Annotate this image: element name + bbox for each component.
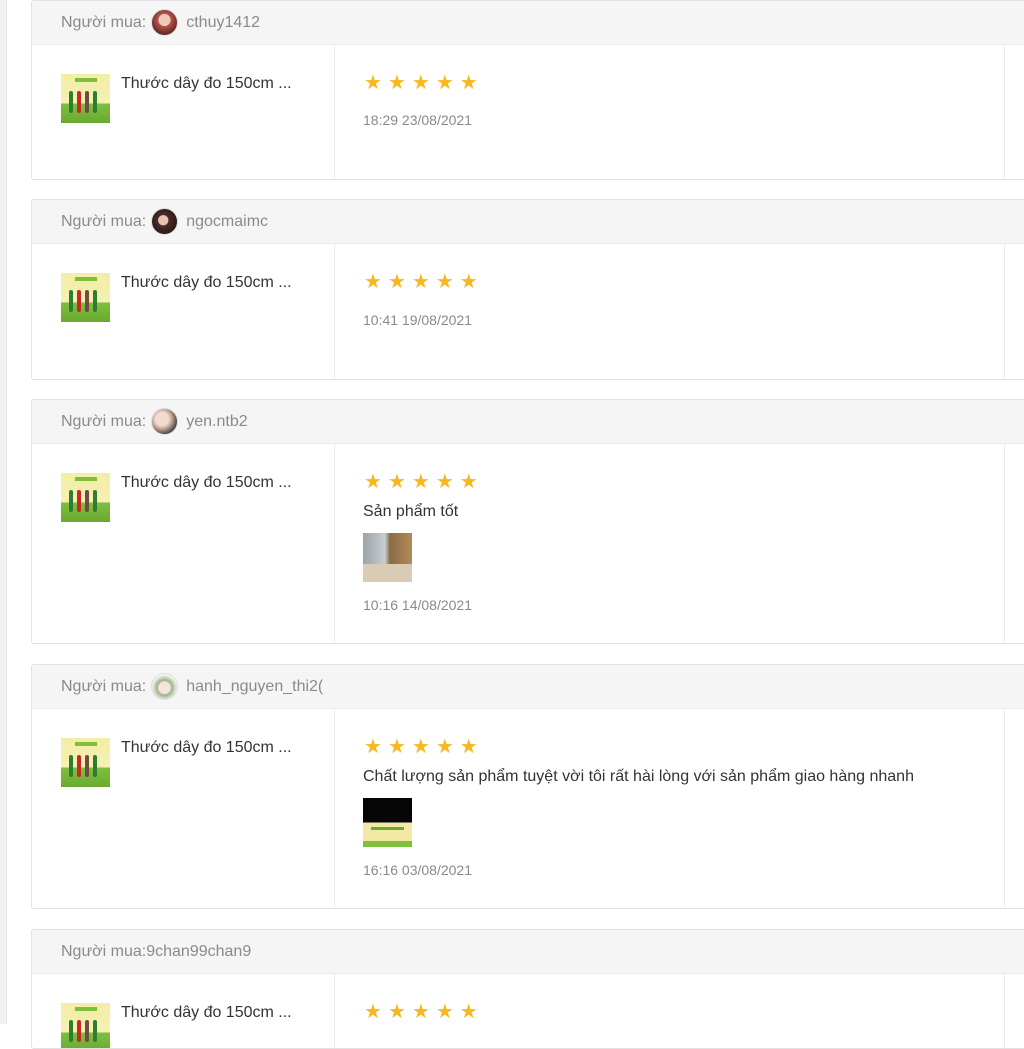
review-header: Người mua:9chan99chan9 [32,930,1024,974]
star-icon: ★ [459,72,478,94]
review-body: Thước dây đo 150cm ... ★ ★ ★ ★ ★ Chất lư… [32,709,1024,908]
star-icon: ★ [411,471,430,493]
star-icon: ★ [364,271,382,293]
buyer-label: Người mua: [61,412,147,430]
rating-stars: ★ ★ ★ ★ ★ [364,73,478,93]
buyer-avatar[interactable] [151,9,179,36]
review-content-column: ★ ★ ★ ★ ★ Sản phẩm tốt 10:16 14/08/2021 [334,444,1005,643]
star-icon: ★ [387,72,406,94]
buyer-label: Người mua: [61,13,147,31]
rating-stars: ★ ★ ★ ★ ★ [364,737,478,757]
rating-stars: ★ ★ ★ ★ ★ [364,272,478,292]
star-icon: ★ [435,1001,454,1023]
star-icon: ★ [411,1001,430,1023]
product-column: Thước dây đo 150cm ... [32,709,335,908]
buyer-username[interactable]: hanh_nguyen_thi2( [186,678,323,696]
review-content-column: ★ ★ ★ ★ ★ 18:29 23/08/2021 [334,45,1005,179]
review-header: Người mua: cthuy1412 [32,1,1024,45]
star-icon: ★ [435,271,454,293]
product-thumbnail[interactable] [61,738,110,787]
buyer-avatar[interactable] [151,408,179,435]
review-content-column: ★ ★ ★ ★ ★ 10:41 19/08/2021 [334,244,1005,379]
product-name[interactable]: Thước dây đo 150cm ... [121,474,292,492]
star-icon: ★ [387,471,406,493]
star-icon: ★ [459,1001,478,1023]
product-name[interactable]: Thước dây đo 150cm ... [121,75,292,93]
buyer-username[interactable]: cthuy1412 [186,14,260,32]
buyer-username[interactable]: yen.ntb2 [186,413,247,431]
product-name[interactable]: Thước dây đo 150cm ... [121,739,292,757]
review-timestamp: 18:29 23/08/2021 [363,112,472,128]
star-icon: ★ [411,736,430,758]
star-icon: ★ [459,471,478,493]
star-icon: ★ [387,271,406,293]
review-header: Người mua: yen.ntb2 [32,400,1024,444]
rating-stars: ★ ★ ★ ★ ★ [364,1002,478,1022]
review-timestamp: 10:41 19/08/2021 [363,312,472,328]
buyer-avatar[interactable] [151,208,179,235]
review-timestamp: 10:16 14/08/2021 [363,597,472,613]
product-thumbnail[interactable] [61,74,110,123]
rating-stars: ★ ★ ★ ★ ★ [364,472,478,492]
product-thumbnail[interactable] [61,473,110,522]
star-icon: ★ [435,72,454,94]
product-name[interactable]: Thước dây đo 150cm ... [121,1004,292,1022]
star-icon: ★ [364,1001,382,1023]
review-card: Người mua:9chan99chan9 Thước dây đo 150c… [31,929,1024,1049]
review-content-column: ★ ★ ★ ★ ★ [334,974,1005,1048]
review-card: Người mua: ngocmaimc Thước dây đo 150cm … [31,199,1024,380]
review-body: Thước dây đo 150cm ... ★ ★ ★ ★ ★ Sản phẩ… [32,444,1024,643]
review-comment: Sản phẩm tốt [363,503,459,520]
star-icon: ★ [387,736,406,758]
star-icon: ★ [364,736,382,758]
review-content-column: ★ ★ ★ ★ ★ Chất lượng sản phẩm tuyệt vời … [334,709,1005,908]
page-left-rail [0,0,7,1024]
review-header: Người mua: hanh_nguyen_thi2( [32,665,1024,709]
buyer-label: Người mua: [61,212,147,230]
review-comment: Chất lượng sản phẩm tuyệt vời tôi rất hà… [363,768,914,785]
review-body: Thước dây đo 150cm ... ★ ★ ★ ★ ★ [32,974,1024,1048]
star-icon: ★ [411,271,430,293]
star-icon: ★ [435,736,454,758]
product-name[interactable]: Thước dây đo 150cm ... [121,274,292,292]
review-photo[interactable] [363,798,412,847]
star-icon: ★ [435,471,454,493]
review-card: Người mua: yen.ntb2 Thước dây đo 150cm .… [31,399,1024,644]
buyer-avatar[interactable] [151,673,179,700]
star-icon: ★ [364,72,382,94]
review-body: Thước dây đo 150cm ... ★ ★ ★ ★ ★ 18:29 2… [32,45,1024,179]
star-icon: ★ [411,72,430,94]
product-column: Thước dây đo 150cm ... [32,974,335,1048]
product-thumbnail[interactable] [61,1003,110,1048]
product-column: Thước dây đo 150cm ... [32,444,335,643]
review-photo[interactable] [363,533,412,582]
review-header: Người mua: ngocmaimc [32,200,1024,244]
review-card: Người mua: cthuy1412 Thước dây đo 150cm … [31,0,1024,180]
buyer-label: Người mua: [61,677,147,695]
star-icon: ★ [364,471,382,493]
review-body: Thước dây đo 150cm ... ★ ★ ★ ★ ★ 10:41 1… [32,244,1024,379]
product-thumbnail[interactable] [61,273,110,322]
product-column: Thước dây đo 150cm ... [32,244,335,379]
buyer-username[interactable]: ngocmaimc [186,213,268,231]
star-icon: ★ [459,271,478,293]
product-column: Thước dây đo 150cm ... [32,45,335,179]
star-icon: ★ [459,736,478,758]
buyer-label-inline: Người mua:9chan99chan9 [61,942,252,960]
review-timestamp: 16:16 03/08/2021 [363,862,472,878]
review-card: Người mua: hanh_nguyen_thi2( Thước dây đ… [31,664,1024,909]
star-icon: ★ [387,1001,406,1023]
